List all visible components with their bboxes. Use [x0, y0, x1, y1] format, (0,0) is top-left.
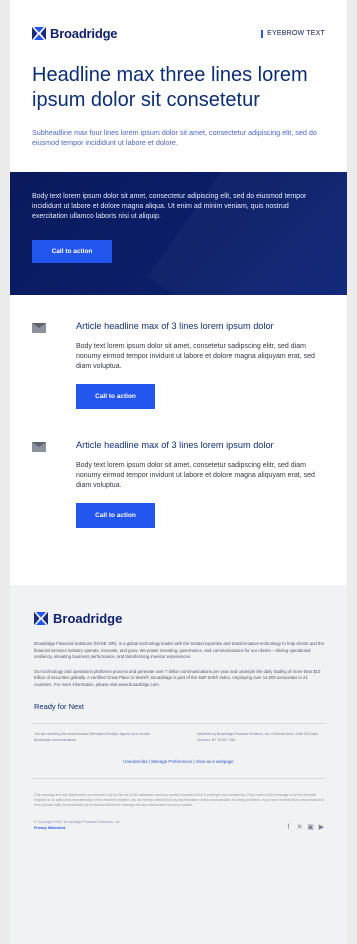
- hero-cta-button[interactable]: Call to action: [32, 240, 112, 263]
- footer-copyright-block: © Copyright 2024. Broadridge Financial S…: [34, 820, 121, 831]
- footer-brand-logo[interactable]: Broadridge: [10, 585, 347, 626]
- facebook-icon[interactable]: f: [285, 824, 292, 831]
- article-content: Article headline max of 3 lines lorem ip…: [76, 320, 325, 409]
- footer-brand-name: Broadridge: [53, 611, 123, 626]
- eyebrow: EYEBROW TEXT: [261, 29, 325, 38]
- brand-name: Broadridge: [50, 26, 118, 41]
- article-headline[interactable]: Article headline max of 3 lines lorem ip…: [76, 320, 325, 332]
- footer-about: Broadridge Financial Solutions (NYSE: BR…: [34, 641, 324, 659]
- eyebrow-bar-icon: [261, 29, 264, 38]
- youtube-icon[interactable]: ▶: [318, 824, 325, 831]
- footer-links: Unsubscribe | Manage Preferences | View …: [10, 759, 347, 764]
- footer-info-columns: You are receiving this email because [Re…: [34, 732, 325, 743]
- social-icons: f ✕ ▣ ▶: [285, 824, 325, 831]
- envelope-icon: [32, 323, 46, 333]
- article-icon-wrap: [32, 439, 76, 528]
- headline: Headline max three lines lorem ipsum dol…: [32, 64, 308, 111]
- footer-divider: [32, 723, 325, 724]
- article-headline[interactable]: Article headline max of 3 lines lorem ip…: [76, 439, 325, 451]
- article-body: Body text lorem ipsum dolor sit amet, co…: [76, 343, 315, 370]
- subheadline: Subheadline max four lines lorem ipsum d…: [32, 128, 317, 147]
- article-content: Article headline max of 3 lines lorem ip…: [76, 439, 325, 528]
- article-item: Article headline max of 3 lines lorem ip…: [10, 320, 347, 409]
- hero-body-text: Body text lorem ipsum dolor sit amet, co…: [32, 193, 307, 220]
- unsubscribe-link[interactable]: Unsubscribe: [123, 759, 147, 764]
- footer: Broadridge Broadridge Financial Solution…: [10, 585, 347, 944]
- linkedin-icon[interactable]: ▣: [307, 824, 314, 831]
- hero-section: Body text lorem ipsum dolor sit amet, co…: [10, 172, 347, 295]
- eyebrow-text: EYEBROW TEXT: [267, 30, 325, 37]
- copyright-text: © Copyright 2024. Broadridge Financial S…: [34, 820, 121, 824]
- article-icon-wrap: [32, 320, 76, 409]
- footer-about-2: Our technology and operations platforms …: [34, 668, 321, 687]
- twitter-icon[interactable]: ✕: [296, 824, 303, 831]
- envelope-icon: [32, 442, 46, 452]
- footer-bottom: © Copyright 2024. Broadridge Financial S…: [34, 820, 325, 831]
- email-header: Broadridge EYEBROW TEXT: [10, 0, 347, 41]
- hero-decoration: [148, 172, 347, 295]
- article-body: Body text lorem ipsum dolor sit amet, co…: [76, 462, 315, 489]
- view-webpage-link[interactable]: View as a webpage: [196, 759, 234, 764]
- footer-tagline: Ready for Next: [34, 702, 85, 711]
- footer-address: Delivered by Broadridge Financial Soluti…: [197, 732, 318, 742]
- footer-recipient-note: You are receiving this email because [Re…: [34, 732, 151, 742]
- email-page: Broadridge EYEBROW TEXT Headline max thr…: [10, 0, 347, 944]
- footer-divider: [32, 778, 325, 779]
- brand-logo[interactable]: Broadridge: [32, 26, 118, 41]
- article-item: Article headline max of 3 lines lorem ip…: [10, 439, 347, 528]
- article-cta-button[interactable]: Call to action: [76, 384, 155, 409]
- broadridge-logo-icon: [34, 612, 48, 625]
- manage-preferences-link[interactable]: Manage Preferences: [151, 759, 192, 764]
- privacy-link[interactable]: Privacy Statement: [34, 826, 121, 832]
- broadridge-logo-icon: [32, 27, 46, 40]
- footer-legal: This message and any attachments are int…: [34, 793, 324, 807]
- article-cta-button[interactable]: Call to action: [76, 503, 155, 528]
